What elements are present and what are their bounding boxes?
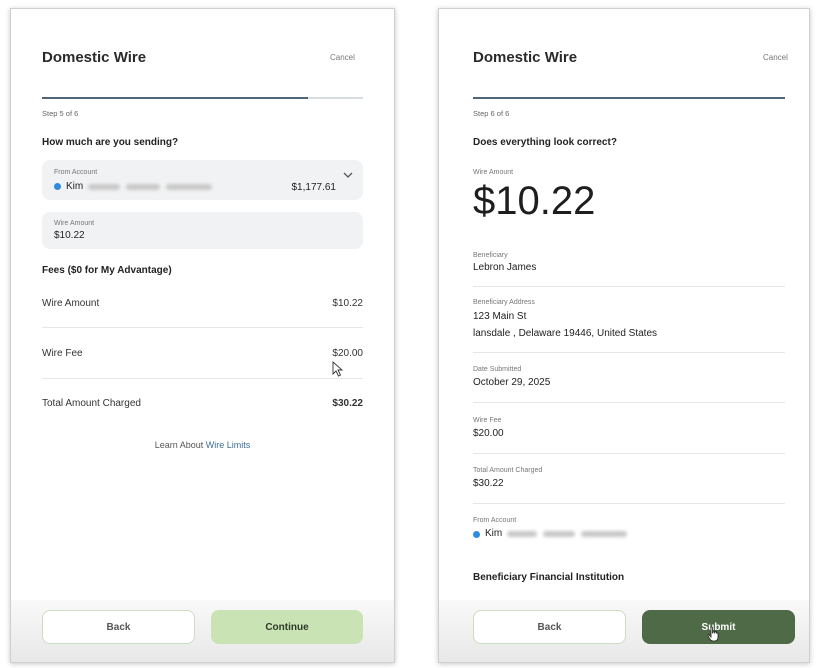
review-screen: Domestic Wire Cancel Step 6 of 6 Does ev… — [438, 8, 810, 663]
hand-cursor-icon — [707, 626, 721, 647]
progress-bar — [473, 97, 785, 99]
redacted-account-name — [507, 531, 537, 537]
learn-about-prefix: Learn About — [154, 440, 206, 450]
wire-fee-row-label: Wire Fee — [42, 348, 83, 359]
progress-bar-fill — [42, 97, 309, 99]
divider — [473, 402, 785, 403]
continue-button[interactable]: Continue — [211, 610, 363, 644]
back-button[interactable]: Back — [473, 610, 626, 644]
divider — [42, 378, 363, 379]
redacted-account-number — [581, 531, 627, 537]
redacted-account-type — [126, 184, 160, 190]
chevron-down-icon[interactable] — [343, 170, 353, 183]
account-balance: $1,177.61 — [291, 182, 337, 193]
divider — [473, 503, 785, 504]
from-account-select[interactable]: From Account Kim $1,177.61 — [42, 160, 363, 200]
progress-bar-fill — [473, 97, 785, 99]
footer-bar: Back Submit — [439, 600, 809, 662]
date-submitted-label: Date Submitted — [473, 366, 522, 373]
address-line2: lansdale , Delaware 19446, United States — [473, 328, 658, 339]
account-dot-icon — [473, 531, 480, 538]
account-name: Kim — [485, 528, 503, 539]
date-submitted-value: October 29, 2025 — [473, 377, 551, 388]
bank-section-heading: Beneficiary Financial Institution — [473, 572, 625, 583]
wire-amount-large: $10.22 — [473, 179, 596, 223]
wire-fee-value: $20.00 — [473, 428, 504, 439]
redacted-account-number — [166, 184, 212, 190]
account-name: Kim — [66, 181, 84, 192]
total-charged-row-value: $30.22 — [332, 398, 363, 409]
step-indicator: Step 6 of 6 — [473, 109, 510, 118]
account-dot-icon — [54, 183, 61, 190]
cancel-link[interactable]: Cancel — [330, 53, 355, 62]
divider — [42, 327, 363, 328]
redacted-account-name — [88, 184, 120, 190]
beneficiary-value: Lebron James — [473, 262, 537, 273]
wire-amount-label: Wire Amount — [473, 169, 514, 176]
total-charged-value: $30.22 — [473, 478, 504, 489]
section-heading: How much are you sending? — [42, 137, 179, 148]
total-charged-label: Total Amount Charged — [473, 467, 543, 474]
wire-amount-screen: Domestic Wire Cancel Step 5 of 6 How muc… — [10, 8, 395, 663]
wire-fee-row-value: $20.00 — [332, 348, 363, 359]
page-title: Domestic Wire — [42, 49, 147, 66]
section-heading: Does everything look correct? — [473, 137, 617, 148]
cancel-link[interactable]: Cancel — [763, 53, 788, 62]
back-button[interactable]: Back — [42, 610, 195, 644]
divider — [473, 286, 785, 287]
address-line1: 123 Main St — [473, 311, 527, 322]
wire-amount-row-value: $10.22 — [332, 298, 363, 309]
from-account-label: From Account — [54, 169, 98, 176]
wire-amount-field-label: Wire Amount — [54, 220, 95, 227]
page-title: Domestic Wire — [473, 49, 578, 66]
total-charged-row-label: Total Amount Charged — [42, 398, 141, 409]
divider — [473, 352, 785, 353]
learn-about-text: Learn About Wire Limits — [11, 440, 394, 450]
wire-amount-field[interactable]: Wire Amount $10.22 — [42, 212, 363, 249]
beneficiary-label: Beneficiary — [473, 252, 508, 259]
fees-heading: Fees ($0 for My Advantage) — [42, 265, 172, 276]
wire-limits-link[interactable]: Wire Limits — [206, 440, 251, 450]
wire-amount-row-label: Wire Amount — [42, 298, 100, 309]
divider — [473, 453, 785, 454]
wire-amount-input-value[interactable]: $10.22 — [54, 230, 85, 241]
redacted-account-type — [543, 531, 575, 537]
progress-bar — [42, 97, 363, 99]
footer-bar: Back Continue — [11, 600, 394, 662]
address-label: Beneficiary Address — [473, 299, 535, 306]
step-indicator: Step 5 of 6 — [42, 109, 79, 118]
from-account-label: From Account — [473, 517, 517, 524]
wire-fee-label: Wire Fee — [473, 417, 502, 424]
